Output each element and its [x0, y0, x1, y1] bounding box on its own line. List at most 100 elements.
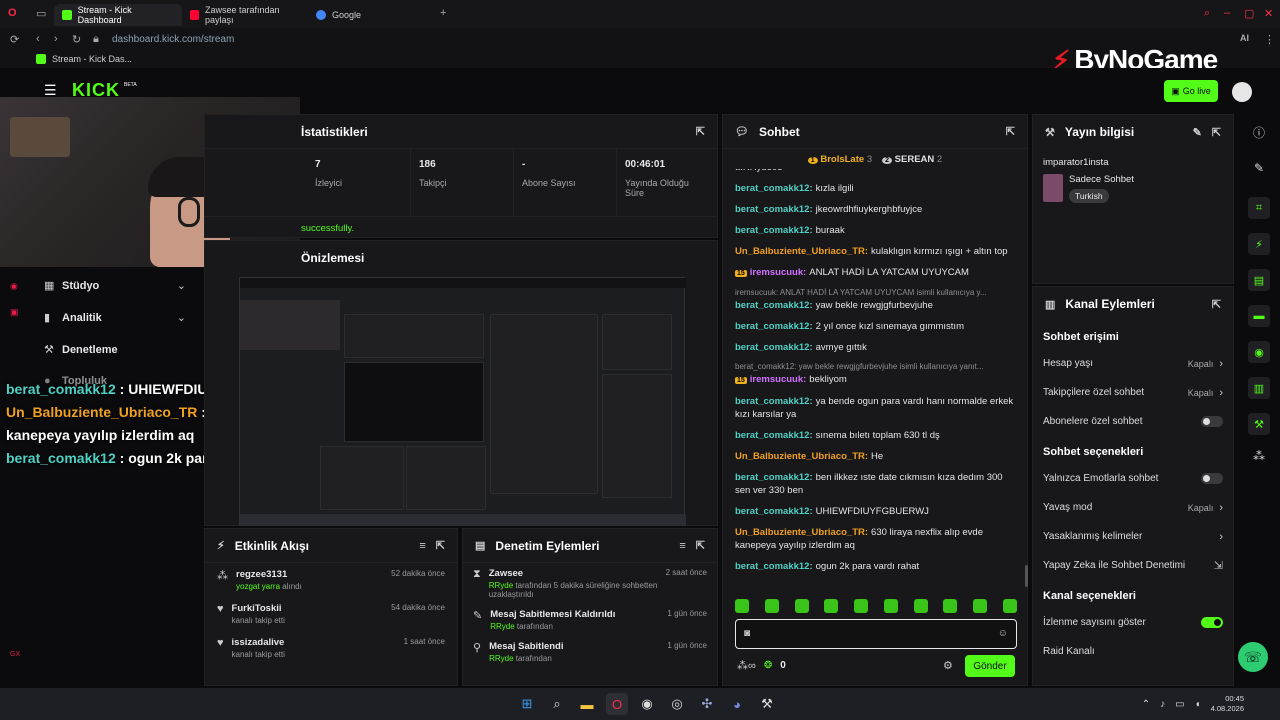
- chat-username[interactable]: Un_Balbuziente_Ubriaco_TR:: [735, 451, 868, 462]
- gx-icon[interactable]: GX: [10, 651, 20, 658]
- chat-username[interactable]: iremsucuuk:: [750, 374, 807, 385]
- chat-username[interactable]: berat_comakk12:: [735, 225, 813, 236]
- bookmark-kick[interactable]: Stream - Kick Das...: [52, 54, 132, 64]
- subs-only-toggle[interactable]: [1201, 416, 1223, 427]
- popout-icon[interactable]: ⇱: [436, 539, 445, 552]
- emote-icon[interactable]: [794, 599, 809, 613]
- minimize-icon[interactable]: –: [1224, 7, 1230, 19]
- social-icon[interactable]: ◉: [10, 281, 18, 292]
- emote-icon[interactable]: [824, 599, 839, 613]
- support-icon[interactable]: ☏: [1238, 642, 1268, 672]
- edit-icon[interactable]: ✎: [1238, 161, 1280, 175]
- go-live-button[interactable]: ▣ Go live: [1164, 80, 1218, 102]
- ai-moderation-row[interactable]: Yapay Zeka ile Sohbet Denetimi ⇲: [1033, 551, 1233, 580]
- emote-icon[interactable]: [943, 599, 958, 613]
- tab-menu-icon[interactable]: ▭: [36, 7, 46, 20]
- maximize-icon[interactable]: ▢: [1244, 7, 1254, 20]
- emote-icon[interactable]: [913, 599, 928, 613]
- close-icon[interactable]: ✕: [1264, 7, 1273, 20]
- chat-username[interactable]: berat_comakk12:: [735, 204, 813, 215]
- mic-icon[interactable]: ♪: [1160, 699, 1165, 710]
- popout-icon[interactable]: ⇱: [696, 125, 705, 138]
- chat-username[interactable]: berat_comakk12:: [735, 342, 813, 353]
- chat-username[interactable]: Un_Balbuziente_Ubriaco_TR:: [735, 527, 868, 538]
- emote-icon[interactable]: [854, 599, 869, 613]
- opera-icon[interactable]: O: [8, 7, 17, 19]
- app-icon[interactable]: ✣: [696, 693, 718, 715]
- chevron-up-icon[interactable]: ⌃: [1142, 699, 1150, 710]
- tab-kick[interactable]: Stream - Kick Dashboard: [54, 4, 182, 26]
- chat-username[interactable]: berat_comakk12:: [735, 506, 813, 517]
- clock[interactable]: 00:45 4.08.2026: [1211, 694, 1244, 714]
- chat-input[interactable]: ◙ ☺: [735, 619, 1017, 649]
- emoji-icon[interactable]: ☺: [998, 628, 1008, 639]
- new-tab-icon[interactable]: +: [440, 7, 446, 19]
- network-icon[interactable]: ▭: [1175, 699, 1184, 710]
- more-icon[interactable]: ⁂: [1238, 449, 1280, 463]
- settings-icon[interactable]: ⚙: [943, 659, 953, 672]
- windows-start-icon[interactable]: ⊞: [516, 693, 538, 715]
- chat-username[interactable]: iremsucuuk:: [750, 267, 807, 278]
- url-text[interactable]: dashboard.kick.com/stream: [112, 34, 234, 45]
- emote-icon[interactable]: [735, 599, 749, 613]
- rail-button-doc[interactable]: ▤: [1238, 269, 1280, 291]
- filter-icon[interactable]: ≡: [419, 540, 425, 552]
- chat-username[interactable]: berat_comakk12:: [735, 561, 813, 572]
- discord-icon[interactable]: ◕: [726, 693, 748, 715]
- tab-youtube[interactable]: Zawsee tarafından paylaşı: [182, 4, 308, 26]
- chat-username[interactable]: berat_comakk12:: [735, 183, 813, 194]
- show-viewers-toggle[interactable]: [1201, 617, 1223, 628]
- send-button[interactable]: Gönder: [965, 655, 1015, 677]
- twitch-icon[interactable]: ▣: [10, 307, 19, 318]
- rail-button-bolt[interactable]: ⚡︎: [1238, 233, 1280, 255]
- users-icon[interactable]: ⁂∞: [737, 659, 756, 672]
- refresh-icon[interactable]: ↻: [72, 33, 81, 46]
- popout-icon[interactable]: ⇱: [1212, 126, 1221, 139]
- rail-button-clip[interactable]: ⌗: [1238, 197, 1280, 219]
- rail-button-wrench[interactable]: ⚒︎: [1238, 413, 1280, 435]
- opera-icon[interactable]: O: [606, 693, 628, 715]
- emotes-only-toggle[interactable]: [1201, 473, 1223, 484]
- back-icon[interactable]: ‹: [36, 33, 40, 45]
- sidebar-item-studio[interactable]: ▦ Stüdyo ⌄: [44, 279, 186, 293]
- chat-username[interactable]: berat_comakk12:: [735, 430, 813, 441]
- search-icon[interactable]: ⌕: [1204, 7, 1210, 20]
- ai-label[interactable]: AI: [1240, 33, 1249, 43]
- emote-icon[interactable]: [973, 599, 988, 613]
- steam-icon[interactable]: ◉: [636, 693, 658, 715]
- points-icon[interactable]: ❂: [764, 660, 772, 671]
- reload-icon[interactable]: ⟳: [10, 33, 19, 46]
- search-icon[interactable]: ⌕: [546, 693, 568, 715]
- emote-icon[interactable]: [764, 599, 779, 613]
- banned-words-row[interactable]: Yasaklanmış kelimeler ›: [1033, 522, 1233, 551]
- info-icon[interactable]: ⓘ: [1238, 124, 1280, 141]
- tool-icon[interactable]: ⚒︎: [756, 693, 778, 715]
- sidebar-item-moderation[interactable]: ⚒︎ Denetleme: [44, 343, 186, 357]
- chat-username[interactable]: berat_comakk12:: [735, 321, 813, 332]
- rail-button-channel[interactable]: ▥: [1238, 377, 1280, 399]
- forward-icon[interactable]: ›: [54, 33, 58, 45]
- emote-icon[interactable]: [883, 599, 898, 613]
- sidebar-item-analytics[interactable]: ▮ Analitik ⌄: [44, 311, 186, 325]
- popout-icon[interactable]: ⇱: [1006, 125, 1015, 138]
- raid-row[interactable]: Raid Kanalı: [1033, 637, 1233, 666]
- account-age-row[interactable]: Hesap yaşı Kapalı ›: [1033, 349, 1233, 378]
- chat-username[interactable]: berat_comakk12:: [735, 472, 813, 483]
- chat-username[interactable]: Un_Balbuziente_Ubriaco_TR:: [735, 246, 868, 257]
- followers-only-row[interactable]: Takipçilere özel sohbet Kapalı ›: [1033, 378, 1233, 407]
- rail-button-broadcast[interactable]: ◉: [1238, 341, 1280, 363]
- chat-username[interactable]: berat_comakk12:: [735, 300, 813, 311]
- chat-scrollbar[interactable]: [1025, 565, 1028, 587]
- top-gifter-2[interactable]: 2 SEREAN 2: [882, 154, 942, 165]
- popout-icon[interactable]: ⇱: [696, 539, 705, 552]
- slow-mode-row[interactable]: Yavaş mod Kapalı ›: [1033, 493, 1233, 522]
- chat-username[interactable]: berat_comakk12:: [735, 396, 813, 407]
- edit-icon[interactable]: ✎: [1193, 126, 1202, 139]
- filter-icon[interactable]: ≡: [679, 540, 685, 552]
- menu-icon[interactable]: ⋮: [1264, 33, 1275, 46]
- popout-icon[interactable]: ⇱: [1212, 298, 1221, 311]
- volume-icon[interactable]: ◖: [1195, 699, 1201, 710]
- avatar[interactable]: [1232, 82, 1252, 102]
- obs-icon[interactable]: ◎: [666, 693, 688, 715]
- stream-preview[interactable]: [239, 277, 686, 526]
